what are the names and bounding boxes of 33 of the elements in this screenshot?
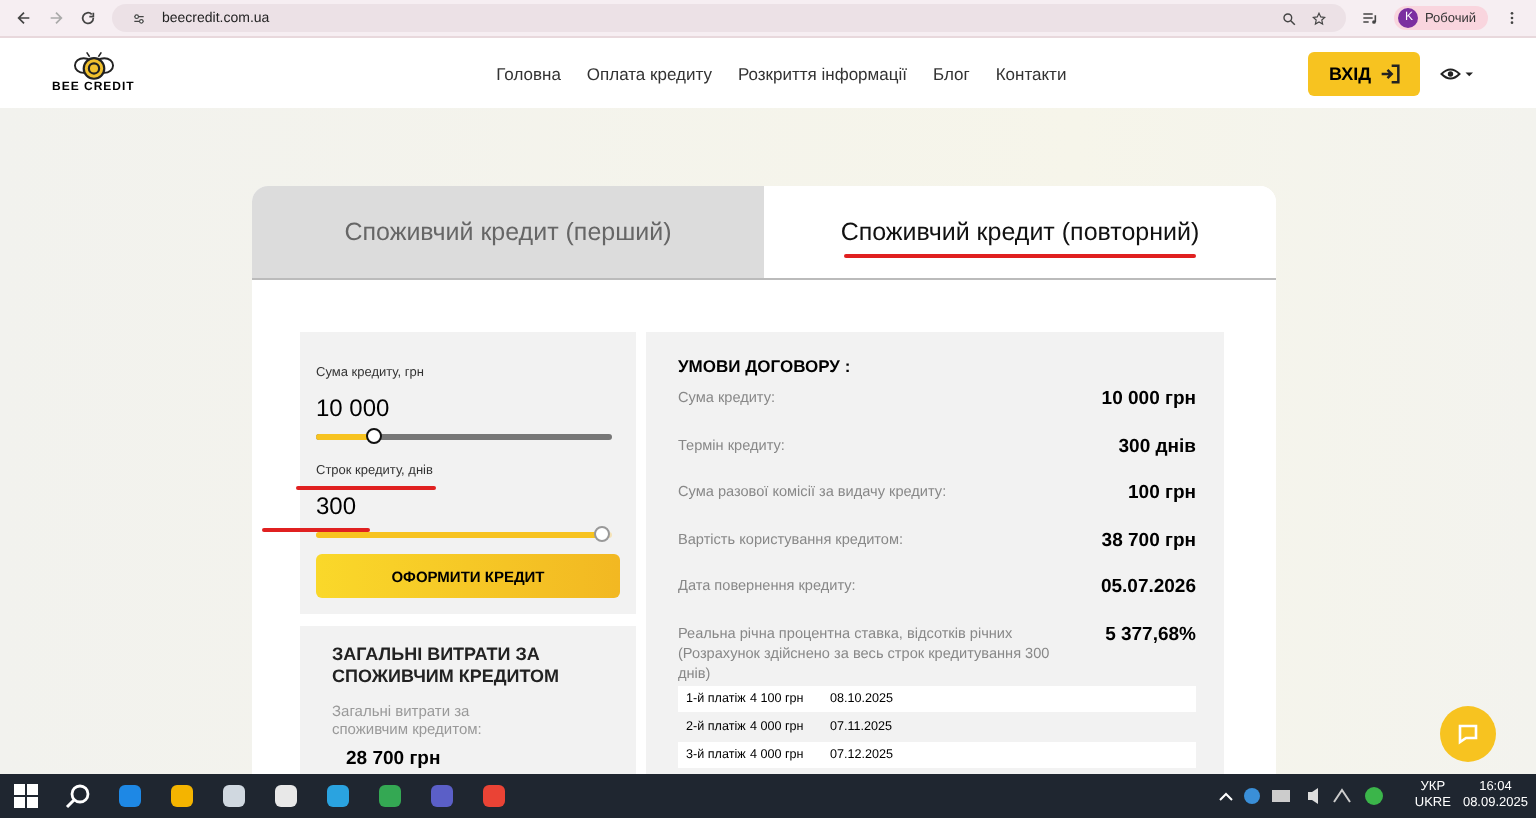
- back-icon[interactable]: [16, 10, 32, 26]
- slider-value: 300: [316, 492, 357, 520]
- site-settings-icon[interactable]: [132, 11, 146, 25]
- slider-thumb[interactable]: [594, 526, 610, 542]
- terms-title: УМОВИ ДОГОВОРУ :: [678, 356, 853, 376]
- eye-dropdown-icon[interactable]: [1440, 65, 1476, 81]
- system-tray-icons[interactable]: [1218, 786, 1387, 806]
- sign-in-icon: [1379, 63, 1400, 83]
- nav-link[interactable]: Розкриття інформації: [737, 63, 907, 83]
- media-icon[interactable]: [1362, 10, 1379, 26]
- zoom-icon[interactable]: [1282, 11, 1297, 25]
- nav-link[interactable]: Головна: [496, 63, 561, 83]
- costs-value: 28 700 грн: [344, 748, 443, 770]
- term-value: 300 днів: [1118, 435, 1196, 458]
- star-icon[interactable]: [1312, 11, 1327, 25]
- chat-icon: [1456, 722, 1480, 746]
- nav-link[interactable]: Блог: [932, 63, 970, 83]
- slider-thumb[interactable]: [366, 428, 383, 444]
- term-value: 10 000 грн: [1101, 388, 1196, 410]
- slider-track[interactable]: [316, 526, 612, 544]
- reload-icon[interactable]: [80, 10, 96, 26]
- term-value: 100 грн: [1128, 482, 1196, 505]
- login-button[interactable]: ВХІД: [1308, 51, 1420, 95]
- term-value: 38 700 грн: [1101, 529, 1196, 552]
- slider-value: 10 000: [316, 394, 390, 422]
- slider-track[interactable]: [316, 428, 612, 446]
- costs-title: ЗАГАЛЬНІ ВИТРАТИ ЗА СПОЖИВЧИМ КРЕДИТОМ: [332, 644, 562, 689]
- nav-link[interactable]: Контакти: [995, 63, 1067, 83]
- tab[interactable]: Споживчий кредит (перший): [252, 186, 764, 278]
- nav-link[interactable]: Оплата кредиту: [586, 63, 712, 83]
- term-value: 05.07.2026: [1100, 576, 1196, 599]
- bee-logo-icon[interactable]: [71, 52, 116, 82]
- term-value: 5 377,68%: [1105, 623, 1196, 646]
